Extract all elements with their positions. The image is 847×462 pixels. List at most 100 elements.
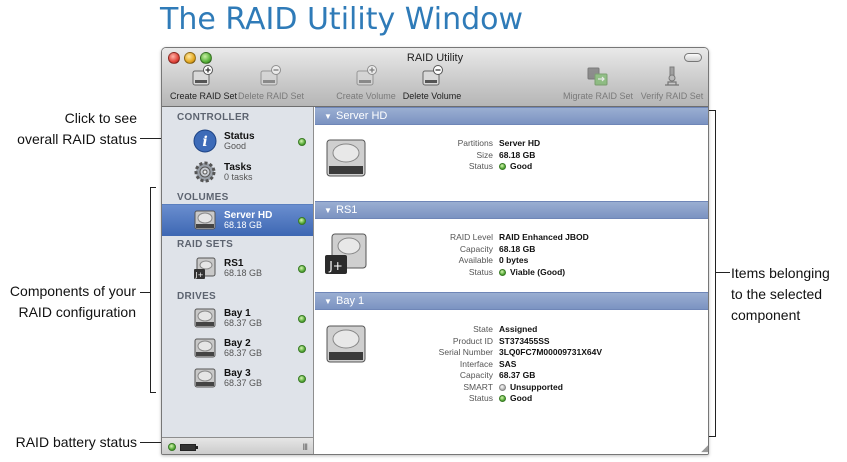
- prop-capacity: 68.18 GB: [499, 243, 536, 254]
- sidebar-item-sublabel: 68.37 GB: [224, 318, 263, 328]
- controller-heading: CONTROLLER: [177, 112, 250, 123]
- section-header-rs1[interactable]: ▼ RS1: [315, 201, 708, 219]
- status-indicator: [298, 315, 306, 323]
- prop-status-value: Viable (Good): [510, 266, 566, 277]
- prop-label: SMART: [463, 381, 493, 392]
- prop-available: 0 bytes: [499, 255, 529, 265]
- sidebar-item-sublabel: Good: [224, 141, 247, 151]
- sidebar-item-bay-3[interactable]: Bay 3 68.37 GB: [162, 363, 313, 395]
- section-title: Server HD: [336, 110, 388, 122]
- hard-drive-icon: [194, 308, 216, 328]
- create-raid-set-icon: [192, 65, 213, 86]
- prop-smart: Unsupported: [499, 382, 563, 392]
- delete-raid-set-button[interactable]: Delete RAID Set: [238, 65, 305, 105]
- sidebar-item-sublabel: 0 tasks: [224, 172, 253, 182]
- prop-label: Product ID: [452, 335, 493, 346]
- sidebar-item-bay-2[interactable]: Bay 2 68.37 GB: [162, 333, 313, 365]
- disclosure-triangle-icon: ▼: [324, 206, 332, 215]
- prop-state: Assigned: [499, 324, 538, 334]
- sidebar-item-server-hd[interactable]: Server HD 68.18 GB: [162, 204, 313, 236]
- prop-capacity: 68.37 GB: [499, 370, 536, 380]
- create-raid-set-label: Create RAID Set: [170, 91, 238, 101]
- drives-heading: DRIVES: [177, 291, 217, 302]
- callout-components-line-1: Components of your: [9, 283, 136, 299]
- delete-volume-button[interactable]: Delete Volume: [400, 65, 464, 105]
- raid-set-icon: J+: [325, 233, 367, 274]
- status-indicator: [499, 383, 506, 391]
- prop-label: Capacity: [459, 370, 493, 380]
- sidebar-item-status[interactable]: i Status Good: [162, 126, 313, 158]
- raid-utility-window: RAID Utility Create RAID Set Delete RAID…: [161, 47, 709, 455]
- create-volume-button[interactable]: Create Volume: [334, 65, 398, 105]
- callout-items-bracket-bottom: [709, 436, 715, 437]
- prop-label: Status: [468, 161, 493, 171]
- sidebar-item-tasks[interactable]: Tasks 0 tasks: [162, 157, 313, 189]
- page-title: The RAID Utility Window: [160, 2, 524, 37]
- sidebar-item-sublabel: 68.18 GB: [224, 268, 263, 278]
- prop-status-value: Good: [510, 393, 533, 403]
- callout-items-bracket-top: [709, 110, 715, 111]
- hard-drive-icon: [194, 210, 216, 230]
- status-indicator: [298, 345, 306, 353]
- prop-partitions: Server HD: [499, 138, 541, 148]
- svg-text:J+: J+: [328, 259, 343, 273]
- sidebar-item-sublabel: 68.18 GB: [224, 220, 263, 230]
- sidebar-item-sublabel: 68.37 GB: [224, 378, 263, 388]
- callout-items-bracket: [715, 110, 716, 437]
- prop-status: Viable (Good): [499, 267, 565, 277]
- prop-label: Status: [468, 393, 493, 403]
- prop-label: Capacity: [459, 243, 493, 254]
- section-header-server-hd[interactable]: ▼ Server HD: [315, 107, 708, 125]
- hard-drive-icon: [326, 139, 366, 177]
- prop-label: Available: [458, 255, 493, 265]
- prop-interface: SAS: [499, 358, 517, 369]
- svg-text:i: i: [202, 134, 207, 150]
- callout-items: Items belonging to the selected componen…: [731, 263, 845, 326]
- sidebar-resize-grip[interactable]: III: [302, 442, 307, 452]
- title-bar: RAID Utility Create RAID Set Delete RAID…: [162, 48, 708, 107]
- callout-components-bracket-bottom: [150, 392, 156, 393]
- battery-icon: [180, 444, 198, 451]
- callout-raid-status: Click to see overall RAID status: [0, 108, 137, 150]
- rs1-properties: RAID Level RAID Enhanced JBOD Capacity 68.…: [375, 232, 705, 278]
- status-indicator: [298, 265, 306, 273]
- callout-battery: RAID battery status: [15, 434, 137, 450]
- delete-volume-label: Delete Volume: [402, 91, 462, 101]
- prop-serial-number: 3LQ0FC7M00009731X64V: [499, 347, 603, 357]
- prop-status: Good: [499, 393, 532, 403]
- volumes-heading: VOLUMES: [177, 192, 229, 203]
- prop-smart-value: Unsupported: [510, 381, 563, 392]
- callout-items-line-1: Items belonging: [731, 265, 830, 281]
- prop-label: State: [473, 324, 493, 334]
- hard-drive-icon: [194, 368, 216, 388]
- create-volume-icon: [356, 65, 377, 86]
- prop-product-id: ST373455SS: [499, 335, 550, 346]
- callout-components-bracket: [150, 187, 151, 393]
- hard-drive-icon: [326, 325, 366, 363]
- prop-status-value: Good: [510, 161, 533, 171]
- window-resize-grip[interactable]: ◢: [701, 443, 708, 454]
- info-icon: i: [193, 129, 217, 153]
- disclosure-triangle-icon: ▼: [324, 112, 332, 121]
- verify-raid-set-button[interactable]: Verify RAID Set: [635, 65, 708, 105]
- toolbar-toggle-button[interactable]: [684, 53, 702, 62]
- create-raid-set-button[interactable]: Create RAID Set: [170, 65, 238, 105]
- prop-label: Partitions: [457, 138, 493, 148]
- prop-label: Interface: [459, 358, 493, 369]
- raid-set-icon: J+: [194, 257, 216, 279]
- detail-pane: ▼ Server HD Partitions Server HD Size 68.1…: [315, 107, 708, 454]
- status-indicator: [499, 268, 506, 276]
- callout-raid-status-line-2: overall RAID status: [17, 131, 137, 147]
- section-header-bay-1[interactable]: ▼ Bay 1: [315, 292, 708, 310]
- prop-status: Good: [499, 161, 532, 171]
- verify-raid-set-icon: [665, 66, 679, 86]
- delete-raid-set-label: Delete RAID Set: [238, 91, 305, 101]
- create-volume-label: Create Volume: [336, 91, 396, 101]
- status-indicator: [298, 217, 306, 225]
- sidebar-item-bay-1[interactable]: Bay 1 68.37 GB: [162, 303, 313, 335]
- sidebar-item-rs1[interactable]: J+ RS1 68.18 GB: [162, 253, 313, 285]
- callout-components-leader: [140, 292, 150, 293]
- delete-volume-icon: [422, 65, 443, 86]
- migrate-raid-set-button[interactable]: Migrate RAID Set: [562, 65, 634, 105]
- delete-raid-set-icon: [260, 65, 281, 86]
